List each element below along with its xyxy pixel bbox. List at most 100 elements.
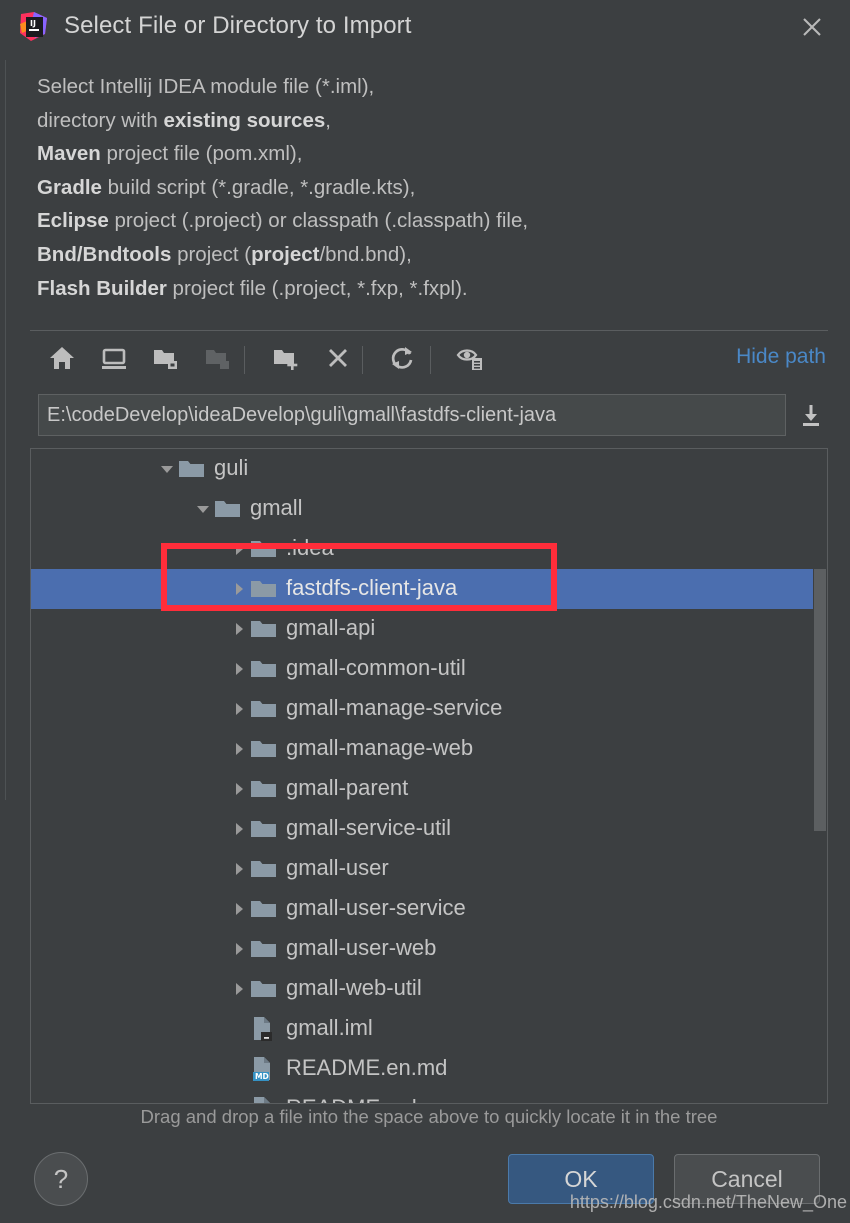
tree-row-label: gmall-service-util <box>286 815 452 840</box>
desktop-icon <box>99 343 129 378</box>
folder-icon <box>250 976 280 1002</box>
description-line: Gradle build script (*.gradle, *.gradle.… <box>37 175 416 199</box>
chevron-right-icon[interactable] <box>228 578 250 600</box>
description-line: Bnd/Bndtools project (project/bnd.bnd), <box>37 242 412 266</box>
path-row <box>38 394 828 438</box>
tree-row-label: fastdfs-client-java <box>286 575 458 600</box>
delete-button[interactable] <box>318 340 358 380</box>
tree-row-label: gmall-user <box>286 855 389 880</box>
chevron-right-icon[interactable] <box>228 538 250 560</box>
folder-icon <box>250 856 280 882</box>
desktop-directory-button[interactable] <box>94 340 134 380</box>
folder-icon <box>250 576 280 602</box>
toolbar-separator <box>244 346 245 374</box>
drag-drop-hint: Drag and drop a file into the space abov… <box>140 1106 718 1127</box>
tree-row-label: gmall-parent <box>286 775 409 800</box>
tree-scrollbar-thumb[interactable] <box>814 569 826 831</box>
iml-file-icon <box>250 1016 280 1042</box>
tree-row[interactable]: guli <box>31 449 827 489</box>
svg-text:MD: MD <box>255 1072 269 1081</box>
tree-row[interactable]: gmall-manage-web <box>31 729 827 769</box>
folder-icon <box>250 896 280 922</box>
chevron-down-icon[interactable] <box>156 458 178 480</box>
tree-row-label: gmall-manage-web <box>286 735 474 760</box>
tree-row[interactable]: gmall-user-service <box>31 889 827 929</box>
dialog-description: Select Intellij IDEA module file (*.iml)… <box>37 70 827 305</box>
tree-row-label: guli <box>214 455 249 480</box>
new-folder-icon <box>271 343 301 378</box>
directory-tree-panel[interactable]: guli gmall .idea fastdfs-client-java gmall-a… <box>30 448 828 1104</box>
project-directory-button[interactable] <box>146 340 186 380</box>
toolbar-separator-line <box>30 330 828 331</box>
tree-row-label: gmall-manage-service <box>286 695 503 720</box>
tree-row[interactable]: fastdfs-client-java <box>31 569 827 609</box>
folder-icon <box>214 496 244 522</box>
tree-row[interactable]: gmall-user-web <box>31 929 827 969</box>
tree-row-label: gmall-user-web <box>286 935 437 960</box>
page-title: Select File or Directory to Import <box>64 12 412 39</box>
folder-icon <box>250 536 280 562</box>
tree-row[interactable]: .idea <box>31 529 827 569</box>
tree-row[interactable]: gmall-manage-service <box>31 689 827 729</box>
folder-icon <box>250 656 280 682</box>
home-icon <box>47 343 77 378</box>
file-chooser-toolbar: Hide path <box>30 336 828 384</box>
chevron-right-icon[interactable] <box>228 978 250 1000</box>
tree-row[interactable]: gmall-user <box>31 849 827 889</box>
description-line: Eclipse project (.project) or classpath … <box>37 209 529 233</box>
tree-row-label: README.md <box>286 1095 417 1103</box>
tree-row[interactable]: gmall <box>31 489 827 529</box>
chevron-right-icon[interactable] <box>228 658 250 680</box>
svg-text:IJ: IJ <box>30 19 36 28</box>
directory-tree-list: guli gmall .idea fastdfs-client-java gmall-a… <box>31 449 827 1103</box>
intellij-idea-logo-icon: IJ <box>17 10 51 44</box>
tree-row-label: gmall-api <box>286 615 376 640</box>
download-arrow-icon[interactable] <box>794 398 828 432</box>
tree-row[interactable]: gmall-common-util <box>31 649 827 689</box>
description-line: Flash Builder project file (.project, *.… <box>37 276 468 300</box>
tree-row[interactable]: gmall-parent <box>31 769 827 809</box>
show-hidden-files-button[interactable] <box>450 340 490 380</box>
path-input[interactable] <box>38 394 786 436</box>
chevron-right-icon[interactable] <box>228 818 250 840</box>
show-hidden-files-icon <box>455 343 485 378</box>
refresh-button[interactable] <box>382 340 422 380</box>
chevron-right-icon[interactable] <box>228 618 250 640</box>
tree-row[interactable]: gmall-api <box>31 609 827 649</box>
tree-row-label: gmall-web-util <box>286 975 422 1000</box>
chevron-right-icon[interactable] <box>228 938 250 960</box>
tree-row[interactable]: MD README.en.md <box>31 1049 827 1089</box>
tree-row[interactable]: gmall-service-util <box>31 809 827 849</box>
description-line: Select Intellij IDEA module file (*.iml)… <box>37 75 375 98</box>
folder-icon <box>178 456 208 482</box>
tree-scrollbar[interactable] <box>813 449 827 1103</box>
tree-row-label: gmall <box>250 495 303 520</box>
module-folder-icon <box>203 343 233 378</box>
home-directory-button[interactable] <box>42 340 82 380</box>
folder-icon <box>250 776 280 802</box>
description-line: directory with existing sources, <box>37 108 331 132</box>
folder-icon <box>250 616 280 642</box>
folder-icon <box>250 736 280 762</box>
markdown-file-icon: MD <box>250 1056 280 1082</box>
tree-row-label: gmall-common-util <box>286 655 466 680</box>
close-icon[interactable] <box>796 11 828 43</box>
chevron-right-icon[interactable] <box>228 738 250 760</box>
hide-path-link[interactable]: Hide path <box>736 345 826 369</box>
tree-row[interactable]: MD README.md <box>31 1089 827 1103</box>
tree-row[interactable]: gmall.iml <box>31 1009 827 1049</box>
watermark-text: https://blog.csdn.net/TheNew_One <box>569 1192 847 1212</box>
description-line: Maven project file (pom.xml), <box>37 142 303 166</box>
folder-icon <box>250 816 280 842</box>
chevron-right-icon[interactable] <box>228 858 250 880</box>
delete-x-icon <box>323 343 353 378</box>
new-folder-button[interactable] <box>266 340 306 380</box>
tree-row[interactable]: gmall-web-util <box>31 969 827 1009</box>
chevron-right-icon[interactable] <box>228 698 250 720</box>
chevron-down-icon[interactable] <box>192 498 214 520</box>
markdown-file-icon: MD <box>250 1096 280 1103</box>
chevron-right-icon[interactable] <box>228 898 250 920</box>
help-button[interactable]: ? <box>34 1152 88 1206</box>
chevron-right-icon[interactable] <box>228 778 250 800</box>
tree-row-label: README.en.md <box>286 1055 448 1080</box>
